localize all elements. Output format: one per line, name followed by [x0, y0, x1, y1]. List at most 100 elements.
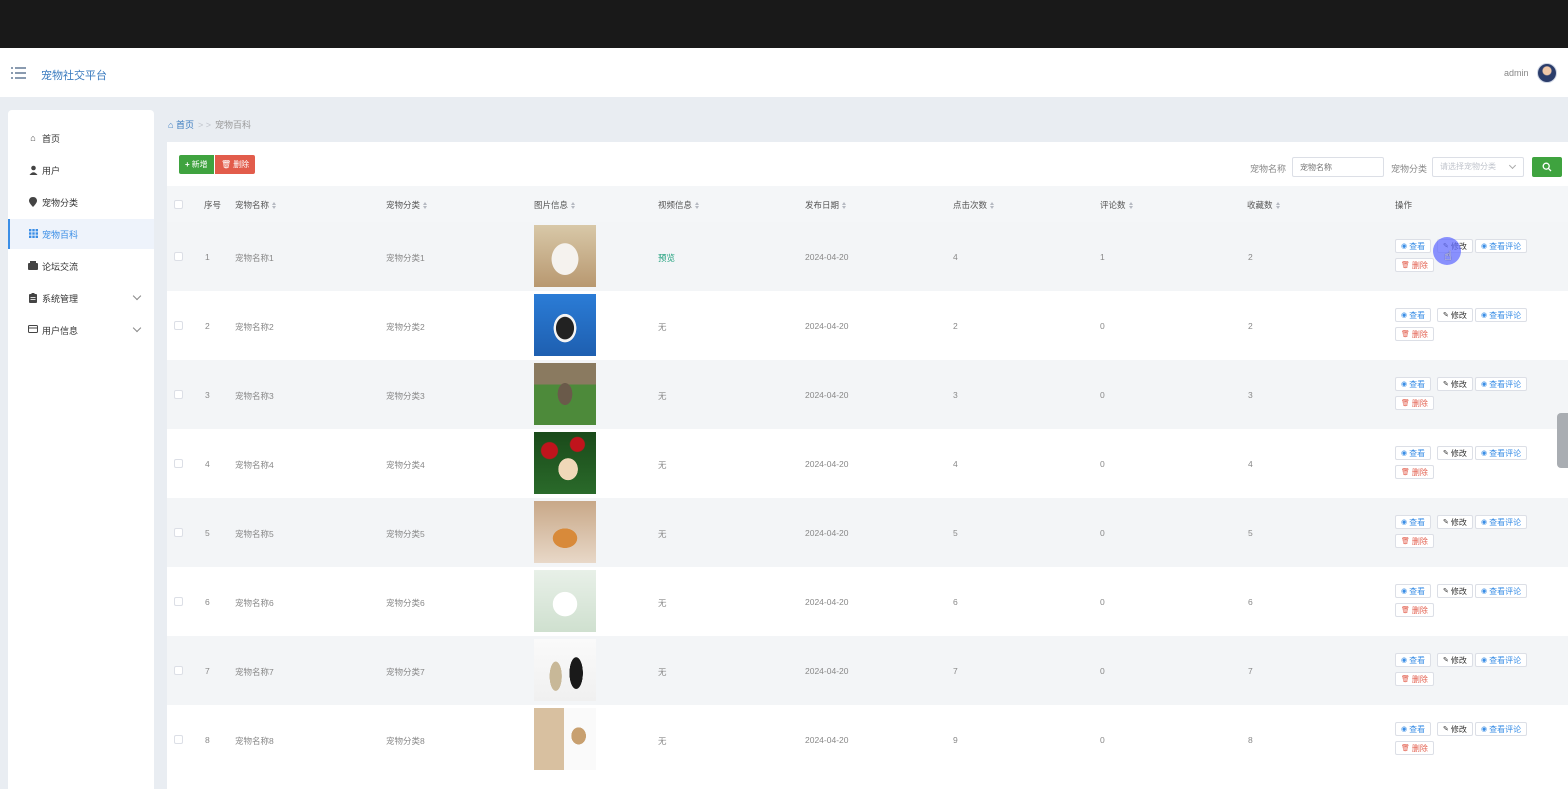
- delete-button[interactable]: 🗑 删除: [1395, 258, 1434, 272]
- view-button[interactable]: ◉ 查看: [1395, 584, 1432, 598]
- edit-button[interactable]: ✎修改: [1437, 584, 1473, 598]
- sidebar-item-user-info[interactable]: 用户信息: [8, 315, 154, 345]
- sidebar-item-user[interactable]: 用户: [8, 155, 154, 185]
- view-button[interactable]: ◉ 查看: [1395, 722, 1432, 736]
- edit-button[interactable]: ✎修改: [1437, 515, 1473, 529]
- cell-clicks: 5: [953, 528, 958, 538]
- sidebar-item-system-management[interactable]: 系统管理: [8, 283, 154, 313]
- eye-icon: ◉: [1481, 243, 1488, 250]
- trash-icon: 🗑: [1401, 262, 1410, 269]
- sidebar-item-pet-category[interactable]: 宠物分类: [8, 187, 154, 217]
- view-button[interactable]: ◉ 查看: [1395, 308, 1432, 322]
- view-comments-button[interactable]: ◉ 查看评论: [1475, 239, 1528, 253]
- cell-pet-category: 宠物分类8: [386, 736, 425, 746]
- sidebar: ⌂ 首页 用户 宠物分类 宠物百科 论坛交流 系统管理 用户信息: [8, 110, 154, 789]
- sidebar-item-pet-encyclopedia[interactable]: 宠物百科: [8, 219, 154, 249]
- column-header-comments[interactable]: 评论数: [1100, 199, 1133, 211]
- view-comments-button[interactable]: ◉ 查看评论: [1475, 446, 1528, 460]
- pet-image[interactable]: [534, 432, 596, 494]
- pet-image[interactable]: [534, 294, 596, 356]
- view-button[interactable]: ◉ 查看: [1395, 239, 1432, 253]
- edit-button[interactable]: ✎修改: [1437, 446, 1473, 460]
- sort-icon: [842, 201, 847, 209]
- select-all-checkbox[interactable]: [174, 200, 183, 209]
- search-category-select[interactable]: 请选择宠物分类: [1432, 157, 1524, 177]
- pet-image[interactable]: [534, 501, 596, 563]
- row-checkbox[interactable]: [174, 252, 183, 261]
- delete-button[interactable]: 🗑 删除: [1395, 534, 1434, 548]
- view-comments-button[interactable]: ◉ 查看评论: [1475, 377, 1528, 391]
- delete-button[interactable]: 🗑 删除: [1395, 396, 1434, 410]
- row-checkbox[interactable]: [174, 735, 183, 744]
- cell-index: 4: [205, 459, 210, 469]
- cell-pet-category: 宠物分类1: [386, 253, 425, 263]
- pet-image[interactable]: [534, 363, 596, 425]
- delete-button[interactable]: 🗑 删除: [1395, 672, 1434, 686]
- sidebar-item-forum[interactable]: 论坛交流: [8, 251, 154, 281]
- search-name-label: 宠物名称: [1250, 164, 1287, 174]
- search-button[interactable]: [1532, 157, 1562, 177]
- column-header-date[interactable]: 发布日期: [805, 199, 847, 211]
- batch-delete-button[interactable]: 🗑 删除: [215, 155, 256, 174]
- menu-toggle-icon[interactable]: [11, 67, 26, 79]
- delete-button[interactable]: 🗑 删除: [1395, 327, 1434, 341]
- cell-pet-category: 宠物分类5: [386, 529, 425, 539]
- search-name-input[interactable]: [1292, 157, 1384, 177]
- view-button[interactable]: ◉ 查看: [1395, 515, 1432, 529]
- column-header-favorites[interactable]: 收藏数: [1247, 199, 1280, 211]
- view-comments-button[interactable]: ◉ 查看评论: [1475, 515, 1528, 529]
- edit-button[interactable]: ✎修改: [1437, 722, 1473, 736]
- column-header-video[interactable]: 视频信息: [658, 199, 700, 211]
- delete-button[interactable]: 🗑 删除: [1395, 465, 1434, 479]
- edit-button[interactable]: ✎修改: [1437, 653, 1473, 667]
- view-button[interactable]: ◉ 查看: [1395, 446, 1432, 460]
- scrollbar-handle[interactable]: [1557, 413, 1568, 468]
- edit-button[interactable]: ✎修改: [1437, 377, 1473, 391]
- cell-pet-name: 宠物名称3: [235, 391, 274, 401]
- eye-icon: ◉: [1401, 726, 1408, 733]
- add-button[interactable]: + 新增: [179, 155, 214, 174]
- cell-date: 2024-04-20: [805, 321, 849, 331]
- view-comments-button[interactable]: ◉ 查看评论: [1475, 722, 1528, 736]
- pet-image[interactable]: [534, 570, 596, 632]
- app-header: 宠物社交平台 admin: [0, 48, 1568, 97]
- breadcrumb-current: 宠物百科: [214, 120, 251, 130]
- trash-icon: 🗑: [1401, 745, 1410, 752]
- column-header-image[interactable]: 图片信息: [534, 199, 576, 211]
- cell-date: 2024-04-20: [805, 735, 849, 745]
- home-icon: ⌂: [168, 120, 174, 130]
- edit-button[interactable]: ✎修改: [1437, 308, 1473, 322]
- username[interactable]: admin: [1504, 68, 1529, 78]
- eye-icon: ◉: [1481, 381, 1488, 388]
- avatar-icon[interactable]: [1537, 63, 1557, 83]
- row-checkbox[interactable]: [174, 459, 183, 468]
- cell-index: 3: [205, 390, 210, 400]
- pet-image[interactable]: [534, 639, 596, 701]
- row-checkbox[interactable]: [174, 597, 183, 606]
- cell-favorites: 6: [1248, 597, 1253, 607]
- view-button[interactable]: ◉ 查看: [1395, 377, 1432, 391]
- view-comments-button[interactable]: ◉ 查看评论: [1475, 653, 1528, 667]
- row-checkbox[interactable]: [174, 321, 183, 330]
- delete-button[interactable]: 🗑 删除: [1395, 603, 1434, 617]
- column-header-category[interactable]: 宠物分类: [386, 199, 428, 211]
- cell-pet-name: 宠物名称6: [235, 598, 274, 608]
- cell-favorites: 2: [1248, 321, 1253, 331]
- row-checkbox[interactable]: [174, 666, 183, 675]
- eye-icon: ◉: [1481, 657, 1488, 664]
- column-header-clicks[interactable]: 点击次数: [953, 199, 995, 211]
- delete-button[interactable]: 🗑 删除: [1395, 741, 1434, 755]
- column-header-name[interactable]: 宠物名称: [235, 199, 277, 211]
- breadcrumb-home[interactable]: ⌂ 首页: [168, 118, 194, 131]
- row-checkbox[interactable]: [174, 528, 183, 537]
- pet-image[interactable]: [534, 708, 596, 770]
- row-checkbox[interactable]: [174, 390, 183, 399]
- pet-image[interactable]: [534, 225, 596, 287]
- eye-icon: ◉: [1401, 450, 1408, 457]
- view-comments-button[interactable]: ◉ 查看评论: [1475, 584, 1528, 598]
- view-button[interactable]: ◉ 查看: [1395, 653, 1432, 667]
- view-comments-button[interactable]: ◉ 查看评论: [1475, 308, 1528, 322]
- column-header-actions: 操作: [1395, 200, 1413, 210]
- sidebar-item-home[interactable]: ⌂ 首页: [8, 123, 154, 153]
- cell-video[interactable]: 预览: [658, 252, 675, 264]
